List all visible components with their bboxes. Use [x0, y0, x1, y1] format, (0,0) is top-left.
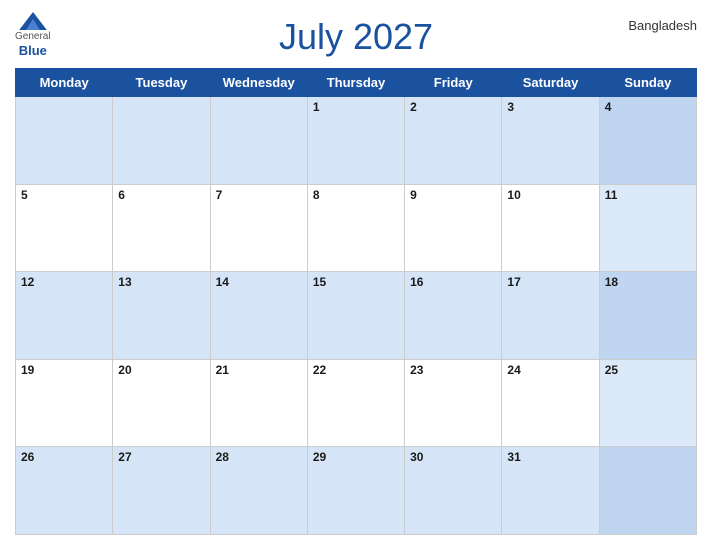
day-cell: 26 — [16, 447, 113, 535]
day-cell: 31 — [502, 447, 599, 535]
weekday-header-friday: Friday — [405, 69, 502, 97]
weekday-header-saturday: Saturday — [502, 69, 599, 97]
day-cell: 14 — [210, 272, 307, 360]
calendar-week-row: 1 2 3 4 — [16, 97, 697, 185]
day-number: 29 — [313, 450, 326, 464]
day-number: 14 — [216, 275, 229, 289]
country-label: Bangladesh — [628, 18, 697, 33]
logo-icon — [19, 12, 47, 30]
day-cell: 13 — [113, 272, 210, 360]
weekday-header-tuesday: Tuesday — [113, 69, 210, 97]
day-number: 1 — [313, 100, 320, 114]
day-number: 15 — [313, 275, 326, 289]
day-number: 2 — [410, 100, 417, 114]
day-number: 16 — [410, 275, 423, 289]
calendar-week-row: 12 13 14 15 16 17 18 — [16, 272, 697, 360]
day-number: 21 — [216, 363, 229, 377]
day-cell: 22 — [307, 359, 404, 447]
logo-blue-text: Blue — [19, 43, 47, 59]
day-cell: 10 — [502, 184, 599, 272]
day-cell: 23 — [405, 359, 502, 447]
day-cell: 1 — [307, 97, 404, 185]
month-title: July 2027 — [279, 15, 433, 58]
day-cell: 30 — [405, 447, 502, 535]
day-cell: 25 — [599, 359, 696, 447]
day-cell: 12 — [16, 272, 113, 360]
calendar-week-row: 26 27 28 29 30 31 — [16, 447, 697, 535]
day-number: 26 — [21, 450, 34, 464]
day-number: 19 — [21, 363, 34, 377]
day-cell: 21 — [210, 359, 307, 447]
day-number: 9 — [410, 188, 417, 202]
day-cell: 28 — [210, 447, 307, 535]
day-cell: 18 — [599, 272, 696, 360]
calendar-week-row: 5 6 7 8 9 10 11 — [16, 184, 697, 272]
day-number: 31 — [507, 450, 520, 464]
weekday-header-wednesday: Wednesday — [210, 69, 307, 97]
calendar-header: General Blue July 2027 Bangladesh — [15, 10, 697, 63]
day-cell: 15 — [307, 272, 404, 360]
calendar-table: MondayTuesdayWednesdayThursdayFridaySatu… — [15, 68, 697, 535]
logo-general-text: General — [15, 31, 51, 43]
day-number: 6 — [118, 188, 125, 202]
day-cell: 11 — [599, 184, 696, 272]
day-number: 25 — [605, 363, 618, 377]
empty-cell — [599, 447, 696, 535]
day-number: 20 — [118, 363, 131, 377]
day-cell: 19 — [16, 359, 113, 447]
empty-cell — [210, 97, 307, 185]
empty-cell — [16, 97, 113, 185]
day-number: 30 — [410, 450, 423, 464]
day-number: 23 — [410, 363, 423, 377]
day-cell: 3 — [502, 97, 599, 185]
day-number: 28 — [216, 450, 229, 464]
weekday-header-thursday: Thursday — [307, 69, 404, 97]
day-number: 22 — [313, 363, 326, 377]
day-number: 4 — [605, 100, 612, 114]
weekday-header-sunday: Sunday — [599, 69, 696, 97]
day-number: 24 — [507, 363, 520, 377]
day-number: 18 — [605, 275, 618, 289]
day-number: 11 — [605, 188, 618, 202]
day-cell: 6 — [113, 184, 210, 272]
day-cell: 7 — [210, 184, 307, 272]
day-cell: 29 — [307, 447, 404, 535]
day-number: 5 — [21, 188, 28, 202]
day-cell: 8 — [307, 184, 404, 272]
day-cell: 5 — [16, 184, 113, 272]
day-number: 17 — [507, 275, 520, 289]
day-cell: 4 — [599, 97, 696, 185]
weekday-header-row: MondayTuesdayWednesdayThursdayFridaySatu… — [16, 69, 697, 97]
day-cell: 17 — [502, 272, 599, 360]
day-number: 8 — [313, 188, 320, 202]
empty-cell — [113, 97, 210, 185]
weekday-header-monday: Monday — [16, 69, 113, 97]
calendar-week-row: 19 20 21 22 23 24 25 — [16, 359, 697, 447]
logo: General Blue — [15, 12, 51, 59]
day-cell: 16 — [405, 272, 502, 360]
day-cell: 24 — [502, 359, 599, 447]
day-cell: 2 — [405, 97, 502, 185]
day-number: 27 — [118, 450, 131, 464]
day-cell: 20 — [113, 359, 210, 447]
day-number: 3 — [507, 100, 514, 114]
day-number: 13 — [118, 275, 131, 289]
day-number: 7 — [216, 188, 223, 202]
day-number: 12 — [21, 275, 34, 289]
day-number: 10 — [507, 188, 520, 202]
day-cell: 9 — [405, 184, 502, 272]
day-cell: 27 — [113, 447, 210, 535]
